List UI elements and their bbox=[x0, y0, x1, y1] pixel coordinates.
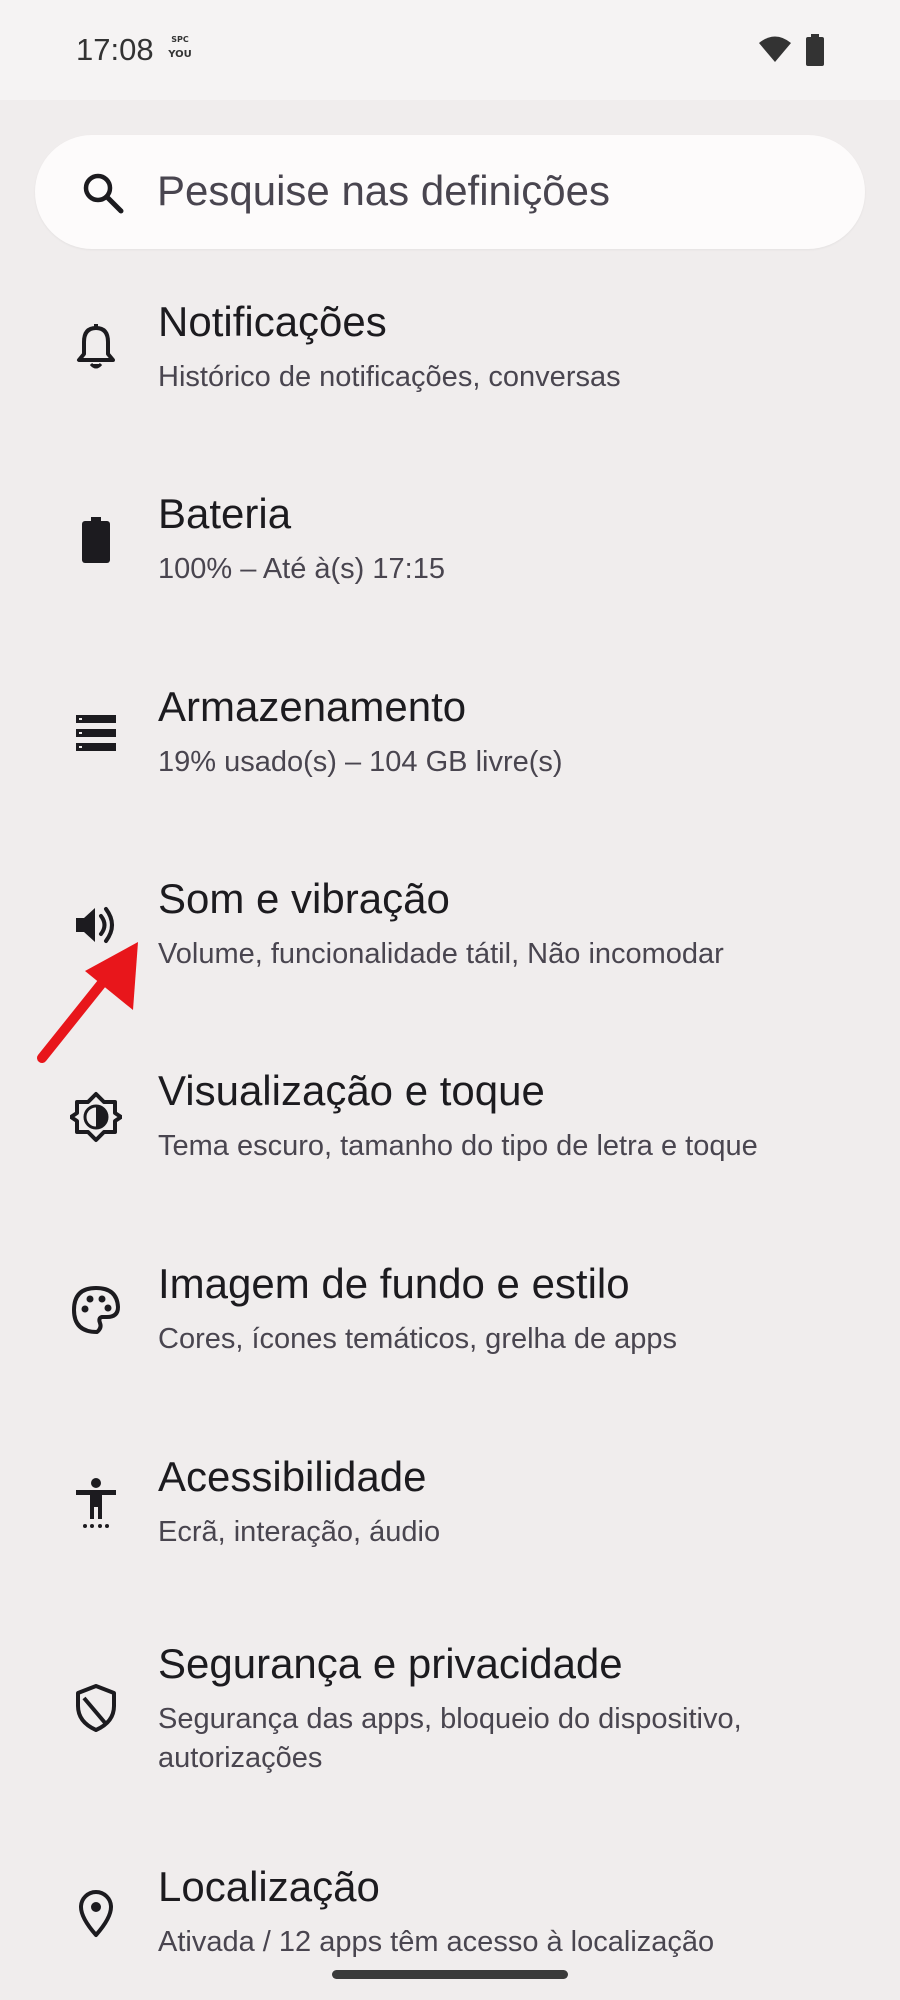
item-subtitle: 100% – Até à(s) 17:15 bbox=[158, 553, 445, 585]
location-pin-icon bbox=[79, 1890, 113, 1937]
shield-icon bbox=[76, 1684, 116, 1732]
bell-icon bbox=[77, 324, 115, 369]
item-title: Imagem de fundo e estilo bbox=[158, 1260, 630, 1307]
item-subtitle: 19% usado(s) – 104 GB livre(s) bbox=[158, 746, 563, 778]
item-title: Bateria bbox=[158, 490, 292, 537]
item-title: Armazenamento bbox=[158, 683, 467, 730]
item-subtitle: Segurança das apps, bloqueio do disposit… bbox=[158, 1703, 742, 1774]
settings-item-storage[interactable]: Armazenamento 19% usado(s) – 104 GB livr… bbox=[0, 683, 900, 803]
status-bar: 17:08 SPC YOU bbox=[0, 0, 900, 100]
item-subtitle: Cores, ícones temáticos, grelha de apps bbox=[158, 1323, 678, 1355]
item-title: Acessibilidade bbox=[158, 1453, 427, 1500]
accessibility-icon bbox=[76, 1478, 116, 1528]
item-subtitle: Ecrã, interação, áudio bbox=[158, 1516, 441, 1548]
storage-icon bbox=[76, 715, 116, 751]
wifi-icon bbox=[759, 36, 791, 62]
red-arrow-annotation bbox=[37, 942, 138, 1063]
settings-item-location[interactable]: Localização Ativada / 12 apps têm acesso… bbox=[0, 1863, 900, 1983]
item-title: Visualização e toque bbox=[158, 1067, 545, 1114]
settings-item-security[interactable]: Segurança e privacidade Segurança das ap… bbox=[0, 1640, 900, 1790]
badge-bottom-text: YOU bbox=[168, 49, 192, 60]
battery-full-icon bbox=[806, 34, 824, 66]
search-icon bbox=[83, 173, 124, 214]
search-placeholder: Pesquise nas definições bbox=[157, 167, 610, 214]
item-title: Som e vibração bbox=[158, 875, 450, 922]
item-title: Segurança e privacidade bbox=[158, 1640, 623, 1687]
status-time: 17:08 bbox=[76, 32, 154, 67]
palette-icon bbox=[72, 1286, 120, 1334]
settings-item-display[interactable]: Visualização e toque Tema escuro, tamanh… bbox=[0, 1067, 900, 1187]
search-bar[interactable]: Pesquise nas definições bbox=[35, 135, 865, 249]
settings-item-wallpaper[interactable]: Imagem de fundo e estilo Cores, ícones t… bbox=[0, 1260, 900, 1380]
gesture-navigation-bar[interactable] bbox=[332, 1970, 568, 1979]
settings-item-accessibility[interactable]: Acessibilidade Ecrã, interação, áudio bbox=[0, 1453, 900, 1573]
item-subtitle: Volume, funcionalidade tátil, Não incomo… bbox=[158, 938, 724, 970]
item-title: Notificações bbox=[158, 298, 387, 345]
item-subtitle: Histórico de notificações, conversas bbox=[158, 361, 621, 393]
notification-badge-icon: SPC YOU bbox=[166, 36, 194, 66]
brightness-icon bbox=[70, 1092, 122, 1142]
badge-top-text: SPC bbox=[171, 35, 189, 44]
settings-item-notifications[interactable]: Notificações Histórico de notificações, … bbox=[0, 298, 900, 418]
item-subtitle: Tema escuro, tamanho do tipo de letra e … bbox=[158, 1130, 758, 1162]
item-title: Localização bbox=[158, 1863, 380, 1910]
battery-icon bbox=[82, 517, 110, 563]
item-subtitle: Ativada / 12 apps têm acesso à localizaç… bbox=[158, 1926, 715, 1958]
settings-item-battery[interactable]: Bateria 100% – Até à(s) 17:15 bbox=[0, 490, 900, 610]
